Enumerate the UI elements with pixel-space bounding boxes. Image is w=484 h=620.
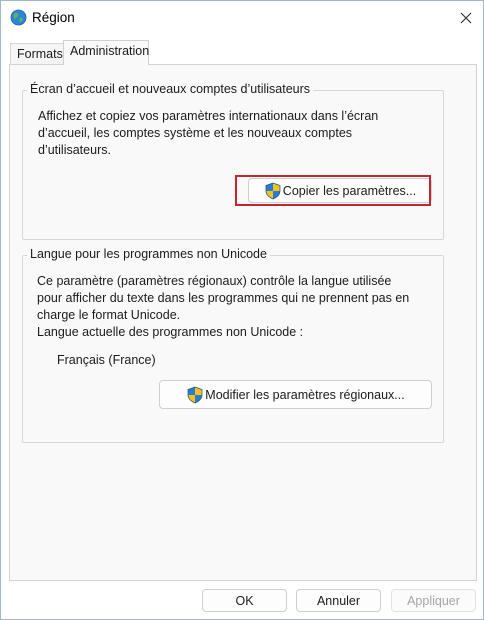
ok-label: OK bbox=[235, 593, 254, 608]
globe-icon bbox=[10, 9, 27, 26]
region-dialog: Région Formats Administration Écran d’ac… bbox=[0, 0, 484, 620]
tab-administration-label: Administration bbox=[70, 44, 150, 58]
welcome-screen-group: Écran d’accueil et nouveaux comptes d’ut… bbox=[22, 82, 444, 240]
apply-button[interactable]: Appliquer bbox=[391, 589, 476, 612]
non-unicode-description-line: pour afficher du texte dans les programm… bbox=[37, 291, 410, 305]
title-bar: Région bbox=[1, 1, 483, 35]
non-unicode-description-line: charge le format Unicode. bbox=[37, 308, 181, 322]
tab-administration[interactable]: Administration bbox=[63, 40, 149, 65]
cancel-button[interactable]: Annuler bbox=[296, 589, 381, 612]
welcome-description-line: d’utilisateurs. bbox=[38, 143, 111, 157]
non-unicode-group-legend: Langue pour les programmes non Unicode bbox=[27, 247, 270, 261]
copy-settings-label: Copier les paramètres... bbox=[282, 183, 417, 198]
apply-label: Appliquer bbox=[407, 593, 460, 608]
tab-formats[interactable]: Formats bbox=[10, 43, 64, 65]
close-icon bbox=[460, 12, 472, 24]
uac-shield-icon bbox=[187, 386, 203, 403]
administration-panel: Écran d’accueil et nouveaux comptes d’ut… bbox=[9, 64, 477, 581]
non-unicode-description: Ce paramètre (paramètres régionaux) cont… bbox=[37, 273, 441, 341]
non-unicode-description-line: Ce paramètre (paramètres régionaux) cont… bbox=[37, 274, 392, 288]
non-unicode-group: Langue pour les programmes non Unicode C… bbox=[22, 247, 444, 443]
welcome-description: Affichez et copiez vos paramètres intern… bbox=[38, 108, 438, 159]
uac-shield-icon bbox=[265, 182, 281, 199]
copy-settings-button[interactable]: Copier les paramètres... bbox=[248, 178, 432, 203]
current-language-label: Langue actuelle des programmes non Unico… bbox=[37, 325, 304, 339]
welcome-description-line: Affichez et copiez vos paramètres intern… bbox=[38, 109, 379, 123]
ok-button[interactable]: OK bbox=[202, 589, 287, 612]
cancel-label: Annuler bbox=[316, 593, 361, 608]
close-button[interactable] bbox=[452, 4, 480, 32]
current-language-value: Français (France) bbox=[57, 353, 156, 367]
change-system-locale-button[interactable]: Modifier les paramètres régionaux... bbox=[159, 380, 432, 409]
change-system-locale-label: Modifier les paramètres régionaux... bbox=[205, 387, 405, 402]
tab-formats-label: Formats bbox=[17, 47, 63, 61]
welcome-description-line: d’accueil, les comptes système et les no… bbox=[38, 126, 353, 140]
welcome-group-legend: Écran d’accueil et nouveaux comptes d’ut… bbox=[27, 82, 314, 96]
window-title: Région bbox=[32, 10, 75, 25]
